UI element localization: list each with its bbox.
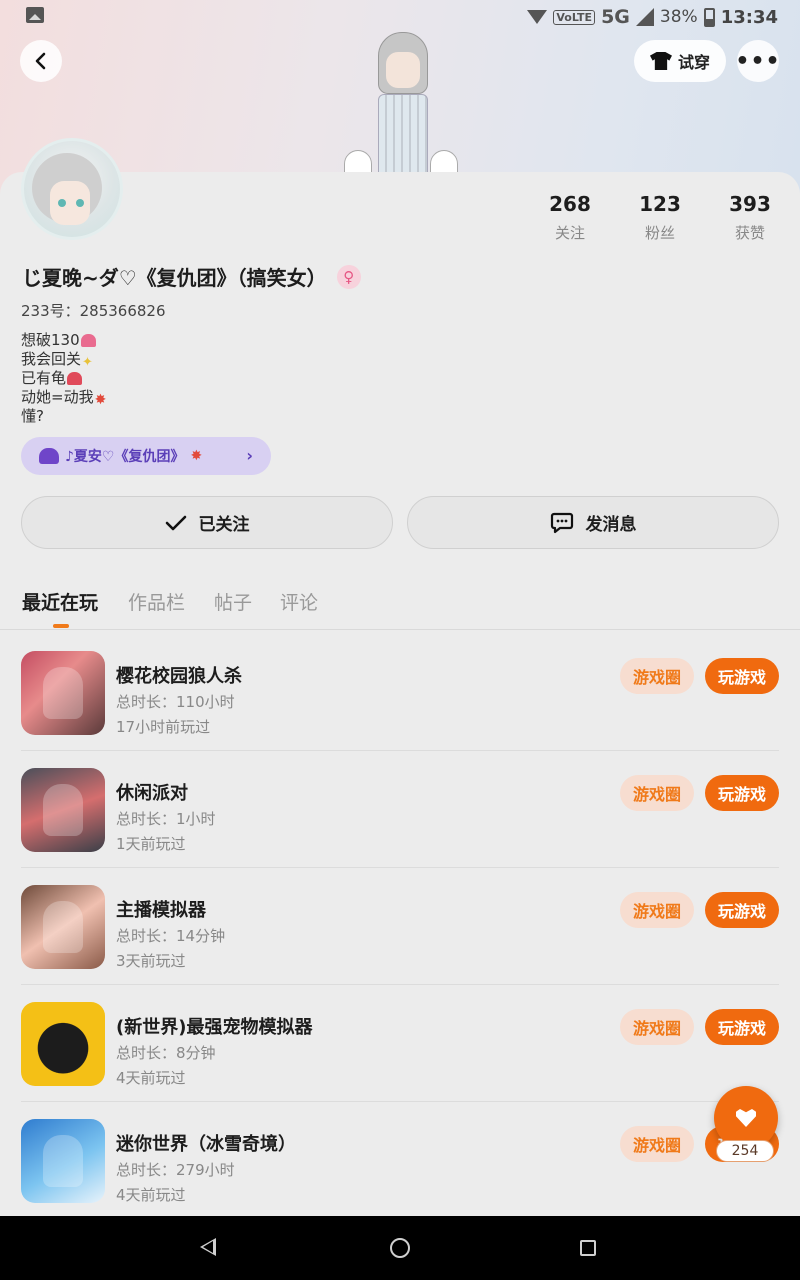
game-icon[interactable] [21,1002,105,1086]
play-game-button[interactable]: 玩游戏 [705,775,779,811]
game-icon[interactable] [21,651,105,735]
purple-heart-icon [39,448,59,464]
status-bar: VoLTE 5G 38% 13:34 [0,0,800,34]
wifi-icon [527,8,548,26]
follow-label: 已关注 [198,515,250,535]
gallery-icon [26,7,44,23]
fan-group-badge[interactable]: ♪夏安♡《复仇团》 ✸ › [21,437,271,475]
tab-comments[interactable]: 评论 [280,588,318,615]
game-last-played: 4天前玩过 [116,1186,186,1204]
game-title: (新世界)最强宠物模拟器 [116,1017,313,1038]
volte-indicator: VoLTE [553,9,596,25]
play-game-button[interactable]: 玩游戏 [705,658,779,694]
play-game-button[interactable]: 玩游戏 [705,1009,779,1045]
name-row: じ夏晚~ダ♡《复仇团》（搞笑女） ♀ [22,262,361,291]
back-arrow-icon [35,52,46,70]
likes-label: 获赞 [734,224,765,242]
tab-works[interactable]: 作品栏 [128,588,185,615]
game-row[interactable]: 主播模拟器 总时长：14分钟 3天前玩过 游戏圈 玩游戏 [0,868,800,985]
game-last-played: 1天前玩过 [116,835,186,853]
game-duration: 总时长：14分钟 [116,927,226,945]
fans-label: 粉丝 [644,224,675,242]
game-title: 主播模拟器 [116,900,206,921]
avatar-figure[interactable] [340,32,460,174]
anger-icon: ✸ [94,392,107,408]
game-row[interactable]: 休闲派对 总时长：1小时 1天前玩过 游戏圈 玩游戏 [0,751,800,868]
try-on-label: 试穿 [677,53,710,72]
two-hearts-icon [80,334,96,347]
tab-indicator [53,624,69,628]
heart-icon [736,1109,756,1127]
follow-button[interactable]: 已关注 [21,496,393,549]
network-type: 5G [601,6,630,28]
stat-following[interactable]: 268 关注 [535,192,605,243]
bio-line-3: 已有龟 [21,369,67,387]
chat-bubble-icon [550,512,574,534]
battery-percent: 38% [659,7,698,27]
avatar[interactable] [21,138,123,240]
game-duration: 总时长：8分钟 [116,1044,216,1062]
back-button[interactable] [20,40,62,82]
game-title: 休闲派对 [116,783,188,804]
game-circle-button[interactable]: 游戏圈 [620,1009,694,1045]
message-label: 发消息 [585,515,637,535]
game-last-played: 17小时前玩过 [116,718,211,736]
anger-icon: ✸ [190,448,203,464]
game-duration: 总时长：1小时 [116,810,216,828]
try-on-button[interactable]: 试穿 [634,40,726,82]
following-label: 关注 [554,224,585,242]
fan-group-label: ♪夏安♡《复仇团》 [65,449,185,465]
heart-icon [67,372,83,385]
game-last-played: 3天前玩过 [116,952,186,970]
game-circle-button[interactable]: 游戏圈 [620,775,694,811]
bio: 想破130 我会回关✦ 已有龟 动她=动我✸ 懂? [21,331,106,426]
game-title: 迷你世界（冰雪奇境） [116,1134,296,1155]
tab-posts[interactable]: 帖子 [214,588,252,615]
game-circle-button[interactable]: 游戏圈 [620,658,694,694]
game-icon[interactable] [21,885,105,969]
tab-recently-played[interactable]: 最近在玩 [22,588,98,615]
bio-line-5: 懂? [21,407,44,425]
game-row[interactable]: 樱花校园狼人杀 总时长：110小时 17小时前玩过 游戏圈 玩游戏 [0,634,800,751]
female-icon: ♀ [336,264,361,289]
nav-home-icon[interactable] [390,1238,410,1258]
game-last-played: 4天前玩过 [116,1069,186,1087]
game-circle-button[interactable]: 游戏圈 [620,1126,694,1162]
more-icon: ••• [735,48,781,74]
sparkles-icon: ✦ [82,355,93,370]
message-button[interactable]: 发消息 [407,496,779,549]
like-count: 254 [716,1140,774,1162]
following-count: 268 [549,192,591,216]
likes-count: 393 [729,192,771,216]
more-button[interactable]: ••• [735,40,781,82]
game-duration: 总时长：279小时 [116,1161,235,1179]
game-duration: 总时长：110小时 [116,693,235,711]
game-circle-button[interactable]: 游戏圈 [620,892,694,928]
game-icon[interactable] [21,768,105,852]
clock: 13:34 [720,6,778,28]
shirt-icon [649,52,672,70]
bio-line-2: 我会回关 [21,350,82,368]
profile-banner: VoLTE 5G 38% 13:34 [0,0,800,200]
bio-line-1: 想破130 [21,331,80,349]
nav-back-icon[interactable] [200,1238,216,1256]
stat-likes[interactable]: 393 获赞 [715,192,785,243]
bio-line-4: 动她=动我 [21,388,94,406]
fans-count: 123 [639,192,681,216]
profile-tabs: 最近在玩 作品栏 帖子 评论 [0,580,800,630]
user-id: 233号：285366826 [21,302,166,320]
game-icon[interactable] [21,1119,105,1203]
chevron-right-icon: › [246,446,253,465]
game-title: 樱花校园狼人杀 [116,666,242,687]
username: じ夏晚~ダ♡《复仇团》（搞笑女） [22,266,327,290]
game-row[interactable]: 迷你世界（冰雪奇境） 总时长：279小时 4天前玩过 游戏圈 玩游戏 [0,1102,800,1219]
signal-icon [635,8,654,26]
system-nav-bar [0,1216,800,1280]
nav-recents-icon[interactable] [580,1240,596,1256]
check-icon [165,514,187,532]
game-row[interactable]: (新世界)最强宠物模拟器 总时长：8分钟 4天前玩过 游戏圈 玩游戏 [0,985,800,1102]
stat-fans[interactable]: 123 粉丝 [625,192,695,243]
play-game-button[interactable]: 玩游戏 [705,892,779,928]
battery-icon [703,7,715,27]
